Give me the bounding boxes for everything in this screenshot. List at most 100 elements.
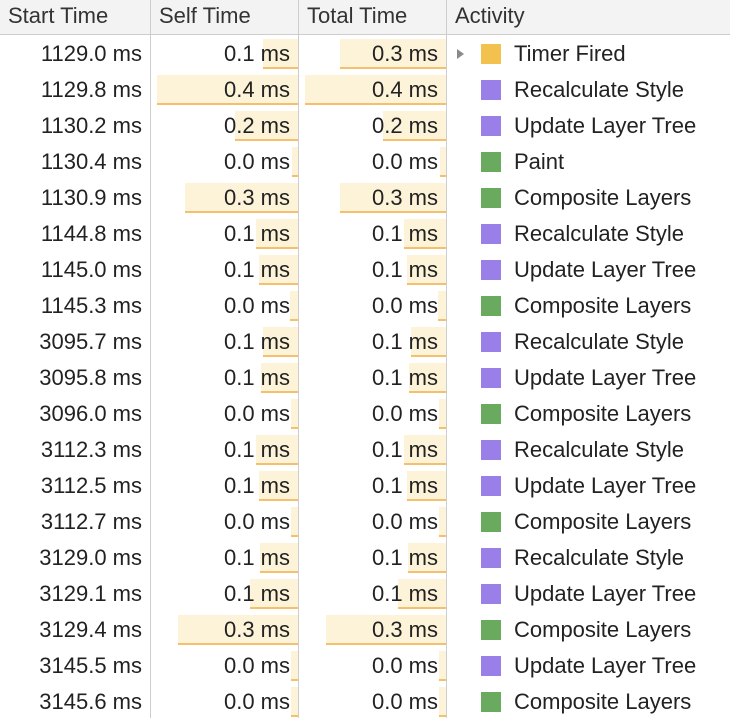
total-time-cell: 0.0 ms	[299, 144, 446, 180]
self-time-value: 0.0 ms	[223, 509, 290, 534]
start-time-cell: 1145.0 ms	[40, 257, 142, 282]
table-row[interactable]: 3129.4 ms 0.3 ms 0.3 ms Composite Layers	[0, 612, 730, 648]
activity-label: Update Layer Tree	[514, 257, 697, 282]
total-time-cell: 0.1 ms	[299, 252, 446, 288]
self-time-value: 0.1 ms	[223, 365, 290, 390]
activity-label: Paint	[514, 149, 565, 174]
activity-label: Composite Layers	[514, 509, 692, 534]
table-row[interactable]: 1145.0 ms 0.1 ms 0.1 ms Update Layer Tree	[0, 252, 730, 288]
total-time-value: 0.0 ms	[371, 653, 438, 678]
self-time-cell: 0.0 ms	[151, 504, 298, 540]
table-row[interactable]: 3095.7 ms 0.1 ms 0.1 ms Recalculate Style	[0, 324, 730, 360]
table-row[interactable]: 1130.2 ms 0.2 ms 0.2 ms Update Layer Tree	[0, 108, 730, 144]
activity-cell: Composite Layers	[447, 612, 730, 648]
self-time-cell: 0.0 ms	[151, 396, 298, 432]
start-time-cell: 3129.1 ms	[39, 581, 142, 606]
activity-label: Composite Layers	[514, 401, 692, 426]
table-row[interactable]: 3112.7 ms 0.0 ms 0.0 ms Composite Layers	[0, 504, 730, 540]
table-row[interactable]: 3112.5 ms 0.1 ms 0.1 ms Update Layer Tree	[0, 468, 730, 504]
activity-label: Recalculate Style	[514, 77, 684, 102]
total-time-cell: 0.1 ms	[299, 216, 446, 252]
activity-cell: Timer Fired	[447, 36, 730, 72]
table-row[interactable]: 1130.9 ms 0.3 ms 0.3 ms Composite Layers	[0, 180, 730, 216]
category-swatch-icon	[481, 80, 501, 100]
total-time-cell: 0.1 ms	[299, 468, 446, 504]
total-time-cell: 0.0 ms	[299, 288, 446, 324]
activity-cell: Update Layer Tree	[447, 108, 730, 144]
self-time-value: 0.0 ms	[223, 149, 290, 174]
total-time-cell: 0.2 ms	[299, 108, 446, 144]
self-time-cell: 0.0 ms	[151, 288, 298, 324]
start-time-cell: 3129.0 ms	[39, 545, 142, 570]
total-time-cell: 0.3 ms	[299, 612, 446, 648]
self-time-cell: 0.1 ms	[151, 36, 298, 72]
activity-cell: Paint	[447, 144, 730, 180]
total-time-bar	[437, 291, 446, 321]
category-swatch-icon	[481, 368, 501, 388]
activity-cell: Recalculate Style	[447, 72, 730, 108]
column-header-start-time[interactable]: Start Time	[0, 0, 150, 34]
self-time-value: 0.0 ms	[223, 293, 290, 318]
self-time-cell: 0.1 ms	[151, 576, 298, 612]
activity-cell: Composite Layers	[447, 396, 730, 432]
self-time-cell: 0.0 ms	[151, 684, 298, 720]
self-time-cell: 0.2 ms	[151, 108, 298, 144]
table-row[interactable]: 3112.3 ms 0.1 ms 0.1 ms Recalculate Style	[0, 432, 730, 468]
self-time-cell: 0.4 ms	[151, 72, 298, 108]
self-time-cell: 0.1 ms	[151, 360, 298, 396]
category-swatch-icon	[481, 656, 501, 676]
self-time-value: 0.3 ms	[223, 617, 290, 642]
table-row[interactable]: 1144.8 ms 0.1 ms 0.1 ms Recalculate Style	[0, 216, 730, 252]
table-row[interactable]: 3129.0 ms 0.1 ms 0.1 ms Recalculate Style	[0, 540, 730, 576]
self-time-bar	[290, 651, 298, 681]
table-row[interactable]: 3096.0 ms 0.0 ms 0.0 ms Composite Layers	[0, 396, 730, 432]
activity-label: Composite Layers	[514, 689, 692, 714]
start-time-cell: 1145.3 ms	[40, 293, 142, 318]
category-swatch-icon	[481, 512, 501, 532]
grid-header: Start Time Self Time Total Time Activity	[0, 0, 730, 35]
category-swatch-icon	[481, 224, 501, 244]
event-log-grid: Start Time Self Time Total Time Activity…	[0, 0, 730, 718]
table-row[interactable]: 1130.4 ms 0.0 ms 0.0 ms Paint	[0, 144, 730, 180]
self-time-bar	[290, 687, 298, 717]
self-time-value: 0.1 ms	[223, 257, 290, 282]
table-row[interactable]: 1129.8 ms 0.4 ms 0.4 ms Recalculate Style	[0, 72, 730, 108]
self-time-cell: 0.0 ms	[151, 648, 298, 684]
total-time-value: 0.0 ms	[371, 689, 438, 714]
self-time-value: 0.1 ms	[223, 329, 290, 354]
total-time-cell: 0.1 ms	[299, 324, 446, 360]
self-time-value: 0.3 ms	[223, 185, 290, 210]
table-row[interactable]: 3095.8 ms 0.1 ms 0.1 ms Update Layer Tree	[0, 360, 730, 396]
table-row[interactable]: 3145.6 ms 0.0 ms 0.0 ms Composite Layers	[0, 684, 730, 720]
activity-label: Recalculate Style	[514, 329, 684, 354]
column-header-self-time[interactable]: Self Time	[151, 0, 298, 34]
total-time-value: 0.1 ms	[371, 329, 438, 354]
table-row[interactable]: 3145.5 ms 0.0 ms 0.0 ms Update Layer Tree	[0, 648, 730, 684]
self-time-cell: 0.1 ms	[151, 432, 298, 468]
start-time-cell: 3129.4 ms	[39, 617, 142, 642]
table-row[interactable]: 3129.1 ms 0.1 ms 0.1 ms Update Layer Tree	[0, 576, 730, 612]
expand-triangle-icon[interactable]	[457, 49, 464, 59]
total-time-bar	[438, 687, 446, 717]
activity-label: Update Layer Tree	[514, 653, 697, 678]
self-time-value: 0.0 ms	[223, 401, 290, 426]
table-row[interactable]: 1129.0 ms 0.1 ms 0.3 ms Timer Fired	[0, 36, 730, 72]
activity-label: Composite Layers	[514, 617, 692, 642]
column-header-total-time[interactable]: Total Time	[299, 0, 446, 34]
start-time-cell: 3095.7 ms	[39, 329, 142, 354]
total-time-bar	[438, 399, 446, 429]
activity-label: Composite Layers	[514, 185, 692, 210]
self-time-value: 0.1 ms	[223, 545, 290, 570]
total-time-cell: 0.1 ms	[299, 540, 446, 576]
activity-cell: Update Layer Tree	[447, 576, 730, 612]
category-swatch-icon	[481, 476, 501, 496]
total-time-cell: 0.0 ms	[299, 504, 446, 540]
table-row[interactable]: 1145.3 ms 0.0 ms 0.0 ms Composite Layers	[0, 288, 730, 324]
self-time-value: 0.1 ms	[223, 221, 290, 246]
total-time-value: 0.3 ms	[371, 185, 438, 210]
total-time-value: 0.1 ms	[371, 545, 438, 570]
start-time-cell: 3112.3 ms	[40, 437, 142, 462]
total-time-cell: 0.4 ms	[299, 72, 446, 108]
column-header-activity[interactable]: Activity	[447, 0, 730, 34]
category-swatch-icon	[481, 260, 501, 280]
